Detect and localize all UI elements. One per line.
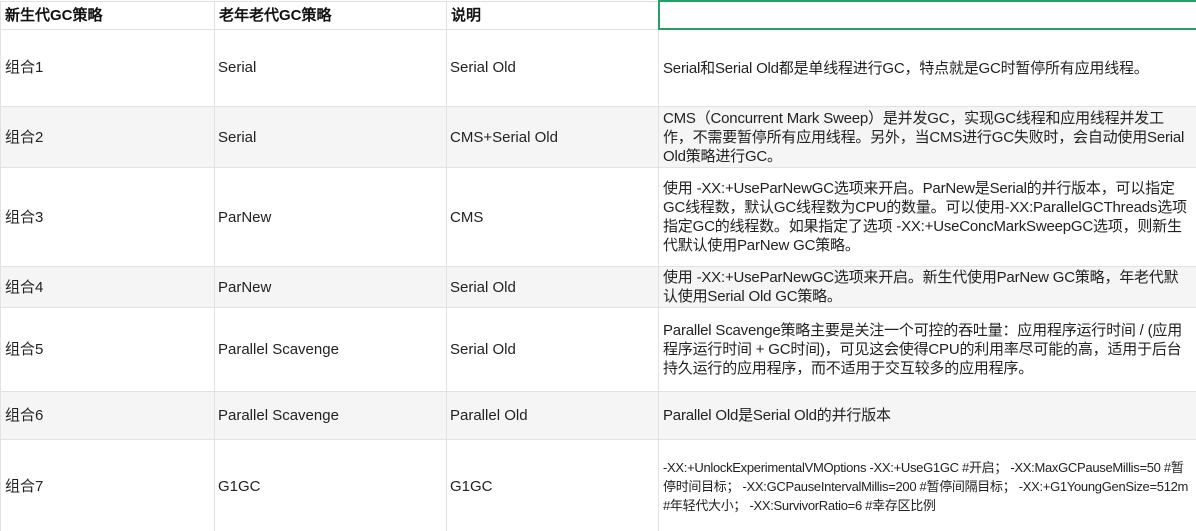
old-gc-cell[interactable]: CMS+Serial Old [446, 106, 659, 168]
young-gc-cell[interactable]: Serial [214, 28, 447, 107]
old-gc-cell[interactable]: Serial Old [446, 28, 659, 107]
young-gc-cell[interactable]: G1GC [214, 439, 447, 531]
young-gc-cell[interactable]: Parallel Scavenge [214, 307, 447, 392]
table-row: 组合1 Serial Serial Old Serial和Serial Old都… [0, 28, 1196, 107]
description-cell[interactable]: Parallel Old是Serial Old的并行版本 [658, 391, 1196, 440]
header-cell-young-gc[interactable]: 新生代GC策略 [0, 0, 215, 30]
combo-cell[interactable]: 组合5 [0, 307, 215, 392]
old-gc-cell[interactable]: G1GC [446, 439, 659, 531]
young-gc-cell[interactable]: ParNew [214, 266, 447, 308]
table-row: 组合5 Parallel Scavenge Serial Old Paralle… [0, 307, 1196, 392]
description-cell[interactable]: Serial和Serial Old都是单线程进行GC，特点就是GC时暂停所有应用… [658, 28, 1196, 107]
gc-strategy-table: 新生代GC策略 老年老代GC策略 说明 组合1 Serial Serial Ol… [0, 0, 1196, 531]
combo-cell[interactable]: 组合1 [0, 28, 215, 107]
description-cell[interactable]: CMS（Concurrent Mark Sweep）是并发GC，实现GC线程和应… [658, 106, 1196, 168]
table-row: 组合3 ParNew CMS 使用 -XX:+UseParNewGC选项来开启。… [0, 167, 1196, 267]
spreadsheet-sheet: 新生代GC策略 老年老代GC策略 说明 组合1 Serial Serial Ol… [0, 0, 1196, 531]
table-row: 组合6 Parallel Scavenge Parallel Old Paral… [0, 391, 1196, 440]
old-gc-cell[interactable]: Serial Old [446, 307, 659, 392]
header-row: 新生代GC策略 老年老代GC策略 说明 [0, 0, 1196, 30]
combo-cell[interactable]: 组合2 [0, 106, 215, 168]
description-cell[interactable]: 使用 -XX:+UseParNewGC选项来开启。ParNew是Serial的并… [658, 167, 1196, 267]
header-cell-old-gc[interactable]: 老年老代GC策略 [214, 0, 447, 30]
combo-cell[interactable]: 组合4 [0, 266, 215, 308]
young-gc-cell[interactable]: Serial [214, 106, 447, 168]
old-gc-cell[interactable]: Serial Old [446, 266, 659, 308]
table-row: 组合4 ParNew Serial Old 使用 -XX:+UseParNewG… [0, 266, 1196, 308]
selected-cell[interactable] [657, 0, 1196, 30]
table-row: 组合2 Serial CMS+Serial Old CMS（Concurrent… [0, 106, 1196, 168]
old-gc-cell[interactable]: CMS [446, 167, 659, 267]
description-cell[interactable]: 使用 -XX:+UseParNewGC选项来开启。新生代使用ParNew GC策… [658, 266, 1196, 308]
combo-cell[interactable]: 组合3 [0, 167, 215, 267]
combo-cell[interactable]: 组合6 [0, 391, 215, 440]
header-cell-description[interactable]: 说明 [446, 0, 659, 30]
description-cell[interactable]: -XX:+UnlockExperimentalVMOptions -XX:+Us… [658, 439, 1196, 531]
young-gc-cell[interactable]: ParNew [214, 167, 447, 267]
combo-cell[interactable]: 组合7 [0, 439, 215, 531]
old-gc-cell[interactable]: Parallel Old [446, 391, 659, 440]
young-gc-cell[interactable]: Parallel Scavenge [214, 391, 447, 440]
description-cell[interactable]: Parallel Scavenge策略主要是关注一个可控的吞吐量：应用程序运行时… [658, 307, 1196, 392]
table-row: 组合7 G1GC G1GC -XX:+UnlockExperimentalVMO… [0, 439, 1196, 531]
